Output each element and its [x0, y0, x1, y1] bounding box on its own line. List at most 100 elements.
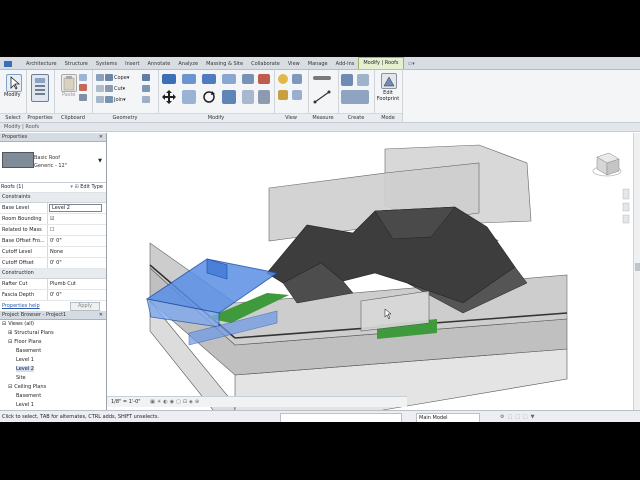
match-properties-icon[interactable]: [79, 94, 88, 101]
paste-button[interactable]: Paste: [62, 92, 76, 98]
copy-icon[interactable]: [79, 74, 88, 81]
chevron-down-icon[interactable]: ▼: [98, 158, 102, 164]
tab-add-ins[interactable]: Add-Ins: [332, 59, 359, 69]
panel-title-select[interactable]: Select: [0, 113, 26, 122]
edit-footprint-icon[interactable]: [381, 73, 397, 89]
hide-lightbulb-icon[interactable]: [278, 74, 288, 84]
paint-icon[interactable]: [292, 90, 302, 100]
offset-icon[interactable]: [182, 74, 196, 84]
property-value[interactable]: 0' 0": [48, 290, 106, 300]
browser-item[interactable]: Level 2: [2, 365, 106, 374]
tab-modify-roofs[interactable]: Modify | Roofs: [358, 57, 404, 69]
tab-insert[interactable]: Insert: [121, 59, 143, 69]
paste-icon[interactable]: [61, 74, 77, 92]
create-group-icon[interactable]: [357, 74, 369, 86]
linework-icon[interactable]: [278, 90, 288, 100]
view-control-icons[interactable]: ▣☀◐◉▢⊡◈⊕: [142, 399, 201, 405]
tree-expander-icon[interactable]: ⊞: [8, 330, 12, 336]
properties-icon[interactable]: [31, 74, 49, 102]
cut-icon[interactable]: [79, 84, 88, 91]
property-value[interactable]: 0' 0": [48, 258, 106, 268]
browser-item[interactable]: ⊟ Floor Plans: [2, 338, 106, 347]
properties-section-header[interactable]: Constraints: [0, 193, 106, 203]
browser-item[interactable]: ⊟ Ceiling Plans: [2, 383, 106, 392]
move-icon[interactable]: [162, 90, 176, 104]
browser-item[interactable]: Level 1: [2, 356, 106, 365]
tab-manage[interactable]: Manage: [304, 59, 332, 69]
panel-select: Modify Select: [0, 70, 27, 122]
selection-filter-icons[interactable]: ⚙⬚⬚⬚▼: [500, 411, 538, 422]
browser-item[interactable]: ⊞ Structural Plans: [2, 329, 106, 338]
tab-analyze[interactable]: Analyze: [174, 59, 202, 69]
tab-view[interactable]: View: [284, 59, 304, 69]
geometry-tool-icon-2[interactable]: [142, 85, 151, 92]
split-icon[interactable]: [242, 74, 254, 84]
trim-extend-icon[interactable]: [222, 90, 236, 104]
property-row: Cutoff Offset 0' 0": [0, 258, 106, 269]
properties-help-link[interactable]: Properties help: [2, 301, 40, 311]
tab-systems[interactable]: Systems: [92, 59, 121, 69]
tree-expander-icon[interactable]: ⊟: [2, 321, 6, 327]
copy-element-icon[interactable]: [182, 90, 196, 104]
browser-item[interactable]: Level 1: [2, 401, 106, 410]
rotate-icon[interactable]: [202, 90, 216, 104]
tab-annotate[interactable]: Annotate: [143, 59, 174, 69]
edit-footprint-button[interactable]: Edit Footprint: [376, 90, 400, 102]
view-scale[interactable]: 1/8" = 1'-0": [107, 399, 141, 405]
type-name: Basic Roof Generic - 12": [34, 154, 67, 170]
ribbon-toggle-icon[interactable]: ▭▾: [404, 59, 419, 69]
mirror-draw-axis-icon[interactable]: [222, 74, 236, 84]
browser-item[interactable]: ⊟ Views (all): [2, 320, 106, 329]
delete-icon[interactable]: [258, 74, 270, 84]
create-similar-icon[interactable]: [341, 90, 369, 104]
measure-icon[interactable]: [313, 76, 331, 80]
cut-geometry-button[interactable]: Cut ▾: [96, 85, 125, 92]
navigation-bar[interactable]: [622, 188, 630, 224]
tab-massing-site[interactable]: Massing & Site: [202, 59, 247, 69]
override-graphics-icon[interactable]: [292, 74, 302, 84]
tree-expander-icon[interactable]: ⊟: [8, 384, 12, 390]
panel-title-properties: Properties: [26, 113, 54, 122]
active-model-select[interactable]: Main Model: [416, 413, 480, 422]
tab-collaborate[interactable]: Collaborate: [247, 59, 284, 69]
type-family: Basic Roof: [34, 155, 60, 161]
properties-section-header[interactable]: Construction: [0, 269, 106, 279]
tab-structure[interactable]: Structure: [61, 59, 92, 69]
property-value[interactable]: Level 2: [49, 204, 102, 212]
tab-architecture[interactable]: Architecture: [22, 59, 61, 69]
cope-icon: [96, 74, 104, 81]
create-parts-icon[interactable]: [341, 74, 353, 86]
file-menu-icon[interactable]: [0, 59, 22, 69]
modify-arrow-icon[interactable]: [6, 74, 22, 92]
property-value[interactable]: Plumb Cut: [48, 279, 106, 289]
panel-modify: Modify: [158, 70, 275, 122]
canvas-scrollbar[interactable]: [633, 133, 640, 413]
mirror-pick-axis-icon[interactable]: [202, 74, 216, 84]
browser-item[interactable]: Basement: [2, 392, 106, 401]
geometry-tool-icon-3[interactable]: [142, 96, 151, 103]
property-value[interactable]: 0' 0": [48, 236, 106, 246]
tree-expander-icon[interactable]: ⊟: [8, 339, 12, 345]
type-selector[interactable]: Basic Roof Generic - 12" ▼: [0, 142, 106, 183]
browser-item[interactable]: Site: [2, 374, 106, 383]
modify-button[interactable]: Modify: [4, 92, 21, 98]
apply-button[interactable]: Apply: [70, 302, 100, 311]
property-value[interactable]: None: [48, 247, 106, 257]
close-icon[interactable]: ✕: [99, 311, 103, 319]
browser-item[interactable]: Basement: [2, 347, 106, 356]
edit-type-button[interactable]: ▾ ⊞ Edit Type: [70, 183, 103, 192]
close-icon[interactable]: ✕: [99, 133, 103, 141]
align-icon[interactable]: [162, 74, 176, 84]
3d-view-canvas[interactable]: [107, 133, 633, 422]
cope-button[interactable]: Cope ▾: [96, 74, 129, 81]
array-icon[interactable]: [242, 90, 254, 104]
property-row: Cutoff Level None: [0, 247, 106, 258]
property-value[interactable]: ☑: [48, 214, 106, 224]
geometry-tool-icon-1[interactable]: [142, 74, 151, 81]
property-value[interactable]: ☐: [48, 225, 106, 235]
scale-icon[interactable]: [258, 90, 270, 104]
dimension-icon[interactable]: [313, 90, 331, 104]
viewcube-icon[interactable]: [592, 152, 622, 177]
join-button[interactable]: Join ▾: [96, 96, 126, 103]
instance-filter[interactable]: Roofs (1): [1, 184, 23, 190]
